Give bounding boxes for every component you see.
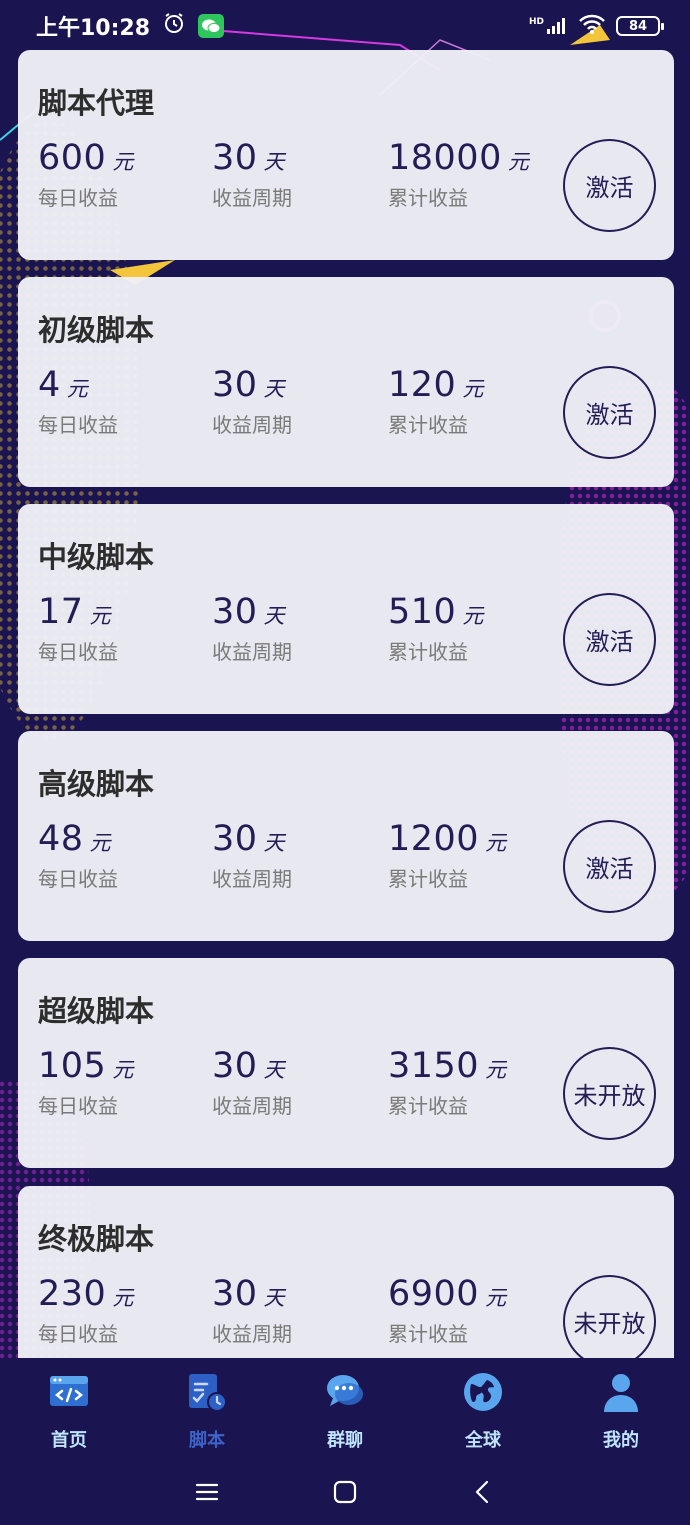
card-title: 初级脚本 bbox=[38, 313, 155, 347]
income-period: 30 天收益周期 bbox=[212, 1046, 292, 1118]
income-period: 30 天收益周期 bbox=[212, 1274, 292, 1346]
activate-button[interactable]: 激活 bbox=[563, 139, 656, 232]
card-title: 终极脚本 bbox=[38, 1222, 155, 1256]
daily-income: 230 元每日收益 bbox=[38, 1274, 134, 1346]
chat-bubbles-icon bbox=[327, 1375, 363, 1406]
nav-label: 群聊 bbox=[327, 1430, 363, 1451]
total-income: 1200 元累计收益 bbox=[388, 819, 507, 891]
total-income: 120 元累计收益 bbox=[388, 365, 484, 437]
nav-label: 全球 bbox=[465, 1430, 501, 1451]
nav-item-mine[interactable]: 我的 bbox=[552, 1358, 690, 1458]
script-list[interactable]: 脚本代理 600 元每日收益 30 天收益周期 18000 元累计收益 激活 初级脚本… bbox=[18, 50, 674, 1358]
income-period: 30 天收益周期 bbox=[212, 138, 292, 210]
system-nav-bar bbox=[0, 1458, 690, 1525]
wifi-icon bbox=[578, 13, 606, 39]
daily-income: 48 元每日收益 bbox=[38, 819, 118, 891]
activate-button[interactable]: 激活 bbox=[563, 820, 656, 913]
daily-income: 105 元每日收益 bbox=[38, 1046, 134, 1118]
home-square-icon[interactable] bbox=[331, 1478, 359, 1506]
script-card: 高级脚本 48 元每日收益 30 天收益周期 1200 元累计收益 激活 bbox=[18, 731, 674, 941]
nav-label: 首页 bbox=[51, 1430, 87, 1451]
card-title: 超级脚本 bbox=[38, 994, 155, 1028]
bottom-nav: 首页 脚本 群聊 全球 我的 bbox=[0, 1358, 690, 1458]
total-income: 3150 元累计收益 bbox=[388, 1046, 507, 1118]
card-title: 高级脚本 bbox=[38, 767, 155, 801]
script-card: 终极脚本 230 元每日收益 30 天收益周期 6900 元累计收益 未开放 bbox=[18, 1186, 674, 1358]
browser-code-icon bbox=[50, 1376, 88, 1406]
status-time: 上午10:28 bbox=[36, 16, 151, 41]
daily-income: 17 元每日收益 bbox=[38, 592, 118, 664]
script-card: 中级脚本 17 元每日收益 30 天收益周期 510 元累计收益 激活 bbox=[18, 504, 674, 714]
nav-label: 脚本 bbox=[189, 1430, 225, 1451]
card-title: 中级脚本 bbox=[38, 540, 155, 574]
script-card: 初级脚本 4 元每日收益 30 天收益周期 120 元累计收益 激活 bbox=[18, 277, 674, 487]
income-period: 30 天收益周期 bbox=[212, 819, 292, 891]
menu-icon[interactable] bbox=[193, 1478, 221, 1506]
globe-icon bbox=[464, 1373, 502, 1411]
nav-item-group-chat[interactable]: 群聊 bbox=[276, 1358, 414, 1458]
activate-button[interactable]: 激活 bbox=[563, 593, 656, 686]
back-arrow-icon[interactable] bbox=[469, 1478, 497, 1506]
activate-button[interactable]: 激活 bbox=[563, 366, 656, 459]
nav-item-global[interactable]: 全球 bbox=[414, 1358, 552, 1458]
daily-income: 600 元每日收益 bbox=[38, 138, 134, 210]
script-card: 超级脚本 105 元每日收益 30 天收益周期 3150 元累计收益 未开放 bbox=[18, 958, 674, 1168]
nav-item-home[interactable]: 首页 bbox=[0, 1358, 138, 1458]
script-clock-icon bbox=[189, 1374, 227, 1412]
nav-item-script[interactable]: 脚本 bbox=[138, 1358, 276, 1458]
alarm-icon bbox=[162, 11, 186, 41]
nav-label: 我的 bbox=[603, 1430, 639, 1451]
wechat-icon bbox=[198, 14, 225, 38]
daily-income: 4 元每日收益 bbox=[38, 365, 118, 437]
signal-icon: HD bbox=[529, 17, 568, 35]
not-open-button[interactable]: 未开放 bbox=[563, 1275, 656, 1358]
total-income: 6900 元累计收益 bbox=[388, 1274, 507, 1346]
income-period: 30 天收益周期 bbox=[212, 365, 292, 437]
not-open-button[interactable]: 未开放 bbox=[563, 1047, 656, 1140]
status-bar: 上午10:28 HD 84 bbox=[0, 0, 690, 52]
income-period: 30 天收益周期 bbox=[212, 592, 292, 664]
total-income: 18000 元累计收益 bbox=[388, 138, 529, 210]
script-card: 脚本代理 600 元每日收益 30 天收益周期 18000 元累计收益 激活 bbox=[18, 50, 674, 260]
card-title: 脚本代理 bbox=[38, 86, 155, 120]
user-icon bbox=[604, 1374, 638, 1412]
battery-icon: 84 bbox=[616, 16, 664, 36]
total-income: 510 元累计收益 bbox=[388, 592, 484, 664]
